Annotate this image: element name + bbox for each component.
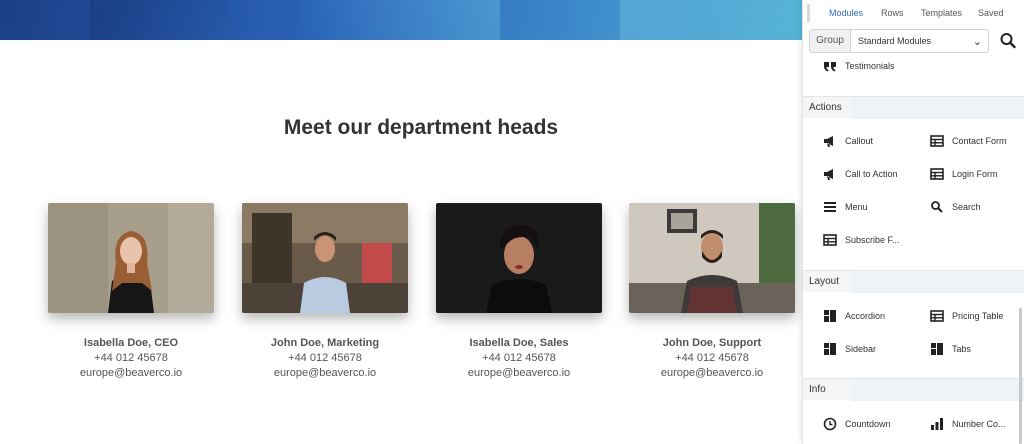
clock-icon	[823, 417, 837, 431]
module-label: Tabs	[952, 344, 972, 354]
module-label: Callout	[845, 136, 874, 146]
member-photo	[629, 203, 795, 313]
tab-rows[interactable]: Rows	[881, 8, 904, 18]
member-photo	[48, 203, 214, 313]
layout-grid-icon	[823, 309, 837, 323]
module-menu[interactable]: Menu	[823, 198, 868, 216]
member-name: John Doe, Support	[662, 337, 762, 349]
module-label: Call to Action	[845, 169, 898, 179]
member-phone: +44 012 45678	[675, 352, 749, 364]
module-testimonials[interactable]: Testimonials	[823, 57, 895, 75]
member-photo	[436, 203, 602, 313]
group-filter: Group Standard Modules ⌄	[809, 29, 989, 53]
section-header-info[interactable]: Info	[803, 378, 1024, 401]
form-table-icon	[930, 167, 944, 181]
team-member-card: Isabella Doe, Sales +44 012 45678 europe…	[436, 203, 602, 379]
section-title: Layout	[809, 276, 840, 287]
team-member-card: John Doe, Marketing +44 012 45678 europe…	[242, 203, 408, 379]
module-call-to-action[interactable]: Call to Action	[823, 165, 898, 183]
bar-chart-icon	[930, 417, 944, 431]
megaphone-icon	[823, 167, 837, 181]
panel-tabs: Modules Rows Templates Saved	[803, 0, 1024, 28]
group-label: Group	[810, 30, 851, 52]
panel-scrollbar[interactable]	[1019, 308, 1022, 444]
module-label: Subscribe F...	[845, 235, 900, 245]
module-label: Login Form	[952, 169, 998, 179]
search-icon	[930, 200, 944, 214]
module-sidebar[interactable]: Sidebar	[823, 340, 876, 358]
tab-templates[interactable]: Templates	[921, 8, 962, 18]
tab-modules[interactable]: Modules	[829, 8, 863, 18]
section-header-actions[interactable]: Actions	[803, 96, 1024, 119]
hamburger-icon	[823, 200, 837, 214]
search-icon[interactable]	[999, 31, 1017, 51]
form-table-icon	[823, 233, 837, 247]
member-name: John Doe, Marketing	[270, 337, 380, 349]
module-accordion[interactable]: Accordion	[823, 307, 885, 325]
module-login-form[interactable]: Login Form	[930, 165, 998, 183]
module-label: Sidebar	[845, 344, 877, 354]
module-label: Pricing Table	[952, 311, 1004, 321]
chevron-down-icon: ⌄	[972, 36, 982, 48]
module-label: Menu	[845, 202, 868, 212]
page-title: Meet our department heads	[283, 116, 559, 139]
module-panel: Modules Rows Templates Saved Group Stand…	[802, 0, 1024, 444]
section-title: Info	[809, 384, 826, 395]
member-phone: +44 012 45678	[482, 352, 556, 364]
team-member-card: Isabella Doe, CEO +44 012 45678 europe@b…	[48, 203, 214, 379]
layout-grid-icon	[823, 342, 837, 356]
section-title: Actions	[809, 102, 842, 113]
module-number-counter[interactable]: Number Co...	[930, 415, 1006, 433]
module-pricing-table[interactable]: Pricing Table	[930, 307, 1003, 325]
module-countdown[interactable]: Countdown	[823, 415, 891, 433]
member-name: Isabella Doe, CEO	[83, 337, 179, 349]
megaphone-icon	[823, 134, 837, 148]
quote-icon	[823, 59, 837, 73]
hero-banner	[0, 0, 802, 40]
member-phone: +44 012 45678	[94, 352, 168, 364]
member-photo	[242, 203, 408, 313]
module-subscribe-form[interactable]: Subscribe F...	[823, 231, 900, 249]
group-select[interactable]: Standard Modules ⌄	[851, 30, 988, 52]
member-email[interactable]: europe@beaverco.io	[48, 367, 214, 379]
module-contact-form[interactable]: Contact Form	[930, 132, 1007, 150]
module-label: Search	[952, 202, 981, 212]
member-phone: +44 012 45678	[288, 352, 362, 364]
group-select-value: Standard Modules	[858, 36, 932, 46]
team-member-card: John Doe, Support +44 012 45678 europe@b…	[629, 203, 795, 379]
module-tabs[interactable]: Tabs	[930, 340, 971, 358]
module-label: Accordion	[845, 311, 886, 321]
form-table-icon	[930, 309, 944, 323]
module-label: Testimonials	[845, 61, 895, 71]
layout-grid-icon	[930, 342, 944, 356]
member-name: Isabella Doe, Sales	[469, 337, 569, 349]
module-label: Countdown	[845, 419, 891, 429]
tab-saved[interactable]: Saved	[978, 8, 1004, 18]
form-table-icon	[930, 134, 944, 148]
module-label: Contact Form	[952, 136, 1007, 146]
member-email[interactable]: europe@beaverco.io	[436, 367, 602, 379]
module-callout[interactable]: Callout	[823, 132, 873, 150]
page-builder-canvas: Meet our department heads Isabella Doe, …	[0, 0, 1024, 444]
module-search[interactable]: Search	[930, 198, 981, 216]
member-email[interactable]: europe@beaverco.io	[629, 367, 795, 379]
member-email[interactable]: europe@beaverco.io	[242, 367, 408, 379]
section-header-layout[interactable]: Layout	[803, 270, 1024, 293]
module-label: Number Co...	[952, 419, 1006, 429]
